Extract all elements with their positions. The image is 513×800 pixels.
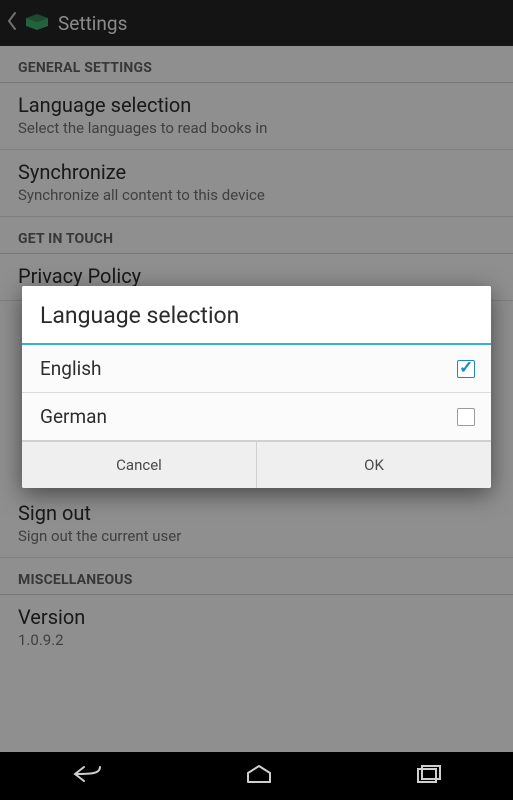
nav-back-icon[interactable] [70,764,104,788]
dialog-button-bar: Cancel OK [22,441,491,488]
ok-button[interactable]: OK [256,442,491,488]
option-english[interactable]: English [22,345,491,393]
option-label: German [40,405,107,428]
option-german[interactable]: German [22,393,491,441]
option-label: English [40,357,101,380]
language-dialog: Language selection English German Cancel… [22,286,491,488]
dialog-option-list: English German [22,345,491,441]
system-nav-bar [0,752,513,800]
screen: Settings GENERAL SETTINGS Language selec… [0,0,513,800]
cancel-button[interactable]: Cancel [22,442,256,488]
checkbox-icon[interactable] [457,360,475,378]
dialog-title: Language selection [22,286,491,343]
nav-recents-icon[interactable] [415,764,443,788]
nav-home-icon[interactable] [244,764,274,788]
checkbox-icon[interactable] [457,408,475,426]
